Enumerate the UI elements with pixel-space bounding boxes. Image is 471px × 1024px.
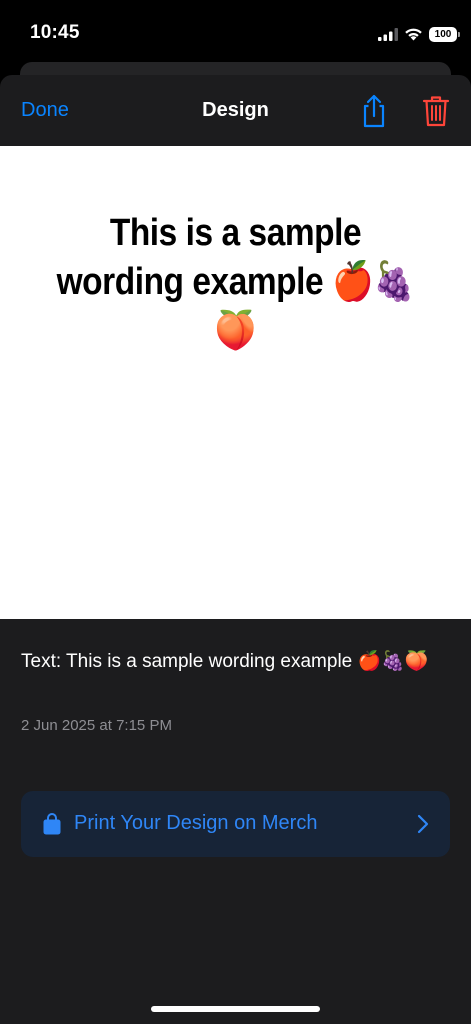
- print-merch-button[interactable]: Print Your Design on Merch: [21, 791, 450, 857]
- design-sheet: Done Design This is a sample wording exa…: [0, 75, 471, 1024]
- status-icons: 100: [378, 24, 460, 44]
- design-preview: This is a sample wording example 🍎🍇🍑: [0, 146, 471, 619]
- home-indicator[interactable]: [151, 1006, 320, 1012]
- share-icon: [363, 94, 385, 128]
- status-time: 10:45: [30, 22, 80, 43]
- chevron-right-icon: [417, 814, 429, 834]
- page-title: Design: [202, 99, 269, 121]
- shopping-bag-icon: [43, 813, 61, 835]
- design-preview-text: This is a sample wording example 🍎🍇🍑: [56, 212, 415, 352]
- design-title: Text: This is a sample wording example 🍎…: [21, 651, 429, 672]
- navigation-bar: Done Design: [0, 75, 471, 146]
- delete-button[interactable]: [420, 93, 452, 129]
- design-date: 2 Jun 2025 at 7:15 PM: [21, 717, 172, 734]
- design-details: Text: This is a sample wording example 🍎…: [0, 619, 471, 1024]
- share-button[interactable]: [358, 93, 390, 129]
- cellular-signal-icon: [378, 27, 398, 41]
- battery-level: 100: [434, 28, 452, 40]
- wifi-icon: [405, 28, 422, 41]
- status-bar: 10:45 100: [0, 0, 471, 62]
- battery-icon: 100: [429, 26, 460, 42]
- print-merch-label: Print Your Design on Merch: [74, 812, 318, 834]
- trash-icon: [422, 96, 450, 127]
